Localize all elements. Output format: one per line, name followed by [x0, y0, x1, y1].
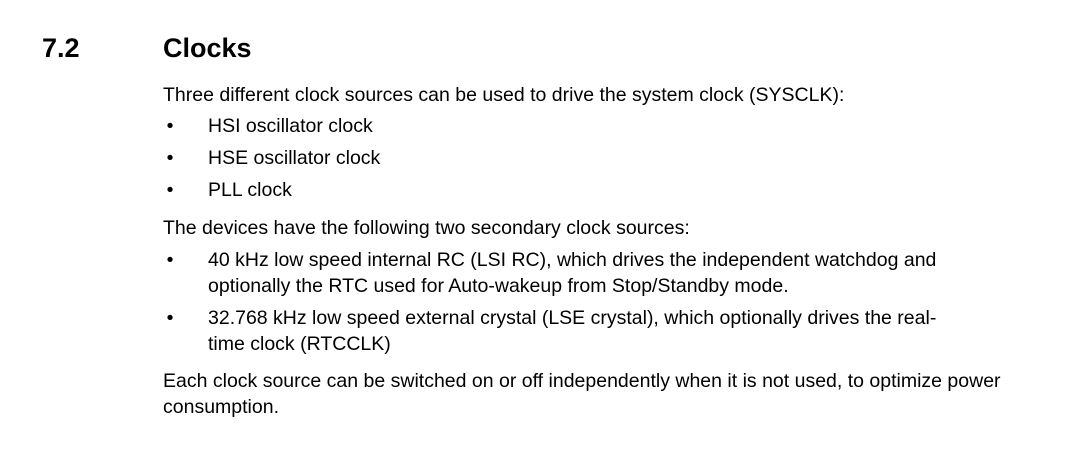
intro-paragraph: Three different clock sources can be use…: [163, 84, 845, 106]
bullet-icon: •: [166, 179, 174, 201]
list-item: • 40 kHz low speed internal RC (LSI RC),…: [163, 247, 1043, 299]
secondary-intro-paragraph: The devices have the following two secon…: [163, 217, 690, 239]
bullet-icon: •: [166, 249, 174, 271]
section-number: 7.2: [42, 33, 80, 63]
system-clock-source-list: • HSI oscillator clock • HSE oscillator …: [163, 113, 1043, 203]
list-item-text: PLL clock: [208, 179, 292, 201]
list-item-text: 40 kHz low speed internal RC (LSI RC), w…: [208, 249, 937, 297]
list-item: • HSI oscillator clock: [163, 113, 1043, 139]
list-item-text: HSE oscillator clock: [208, 147, 381, 169]
list-item-text: 32.768 kHz low speed external crystal (L…: [208, 307, 937, 355]
closing-paragraph: Each clock source can be switched on or …: [163, 370, 1001, 418]
secondary-clock-source-list: • 40 kHz low speed internal RC (LSI RC),…: [163, 247, 1043, 357]
list-item: • PLL clock: [163, 177, 1043, 203]
bullet-icon: •: [166, 115, 174, 137]
bullet-icon: •: [166, 307, 174, 329]
list-item: • 32.768 kHz low speed external crystal …: [163, 305, 1043, 357]
list-item: • HSE oscillator clock: [163, 145, 1043, 171]
bullet-icon: •: [166, 147, 174, 169]
section-title: Clocks: [163, 33, 252, 63]
list-item-text: HSI oscillator clock: [208, 115, 373, 137]
